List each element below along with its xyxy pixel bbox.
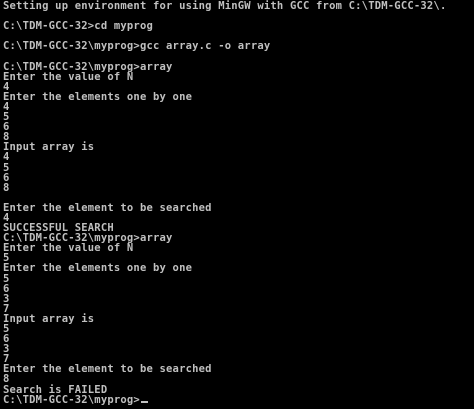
console-line: 4 (3, 100, 10, 113)
console-line: Enter the value of N (3, 70, 134, 83)
console-line: 5 (3, 111, 10, 124)
console-line: 8 (3, 181, 10, 194)
console-line: Input array is (3, 141, 95, 154)
console-line: Enter the elements one by one (3, 90, 193, 103)
console-line: C:\TDM-GCC-32>cd myprog (3, 20, 153, 33)
text-cursor (140, 400, 148, 403)
console-line: 5 (3, 272, 10, 285)
console-line: 6 (3, 121, 10, 134)
console-line: 3 (3, 292, 10, 305)
console-window[interactable]: Setting up environment for using MinGW w… (0, 0, 474, 409)
console-line: Enter the elements one by one (3, 262, 193, 275)
console-line: C:\TDM-GCC-32\myprog>gcc array.c -o arra… (3, 40, 271, 53)
console-line: 3 (3, 343, 10, 356)
console-line: Setting up environment for using MinGW w… (3, 0, 447, 12)
console-output: Setting up environment for using MinGW w… (3, 1, 446, 405)
console-line: 5 (3, 161, 10, 174)
console-line: 6 (3, 171, 10, 184)
console-line: Enter the element to be searched (3, 363, 212, 376)
console-line: 4 (3, 151, 10, 164)
console-line: 5 (3, 323, 10, 335)
console-line: 6 (3, 282, 10, 295)
console-line: Enter the value of N (3, 242, 134, 255)
console-prompt-line[interactable]: C:\TDM-GCC-32\myprog> (3, 393, 446, 406)
console-line: 6 (3, 333, 10, 346)
console-prompt: C:\TDM-GCC-32\myprog> (3, 393, 140, 406)
console-line: Enter the element to be searched (3, 201, 212, 214)
console-line: Input array is (3, 312, 95, 325)
